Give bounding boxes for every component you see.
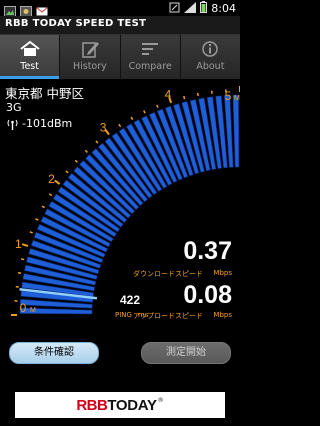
gauge-tick [183, 95, 186, 100]
rbb-today-banner[interactable]: RBB TODAY ® [15, 392, 225, 418]
gauge-tick [17, 271, 22, 274]
gauge-tick-label: 0 [20, 301, 27, 315]
gauge-unit-top: M [234, 95, 240, 102]
tab-about[interactable]: About [181, 35, 240, 79]
home-icon [20, 40, 40, 56]
tab-compare-label: Compare [128, 61, 172, 72]
gauge-segment [232, 94, 240, 168]
conditions-button[interactable]: 条件確認 [9, 342, 99, 364]
tab-bar: Test History Compare About [0, 35, 240, 79]
gauge-tick-label: 5 [225, 89, 232, 103]
gauge-tick-label: 2 [48, 172, 55, 186]
gauge-tick [29, 231, 33, 234]
upload-unit: Mbps [213, 311, 232, 319]
tab-compare[interactable]: Compare [121, 35, 181, 79]
gauge-tick [35, 218, 39, 221]
gauge-tick [65, 170, 69, 174]
tab-history[interactable]: History [60, 35, 121, 79]
gauge-tick [95, 140, 99, 144]
upload-value: 0.08 [183, 281, 232, 309]
gauge-tick [196, 92, 199, 97]
battery-icon [200, 1, 208, 16]
gauge-tick [84, 149, 88, 153]
network-type-label: 3G [6, 101, 22, 114]
gauge-unit-bottom: M [30, 307, 36, 314]
location-label: 東京都 中野区 [5, 86, 84, 101]
download-label: ダウンロードスピード [133, 270, 203, 278]
gauge-tick [54, 179, 61, 185]
tab-about-label: About [196, 61, 225, 72]
start-test-button[interactable]: 測定開始 [141, 342, 231, 364]
tab-test[interactable]: Test [0, 35, 61, 79]
ping-value: 422 [120, 293, 141, 307]
gauge-tick [156, 104, 159, 108]
antenna-icon [7, 119, 18, 130]
list-icon [142, 43, 159, 55]
silent-mode-icon [169, 2, 180, 16]
gauge-tick [20, 258, 25, 261]
app-title: RBB TODAY SPEED TEST [5, 18, 147, 29]
speed-panel: 012345MM 東京都 中野区 3G -101dBm 0.37 ダウンロードス… [0, 80, 240, 320]
signal-strength: -101dBm [6, 117, 72, 130]
registered-mark: ® [157, 397, 164, 404]
action-bar: 条件確認 測定開始 [0, 320, 240, 382]
cell-signal-icon [184, 1, 197, 16]
edit-icon [82, 42, 99, 58]
gauge-tick-label: 3 [100, 120, 107, 134]
gauge-tick [143, 110, 146, 114]
tab-test-label: Test [20, 61, 39, 72]
tab-history-label: History [72, 61, 107, 72]
app-title-bar: RBB TODAY SPEED TEST [0, 16, 240, 35]
gauge-tick-label: 1 [15, 237, 22, 251]
download-value: 0.37 [183, 237, 232, 265]
banner-logo-rbb: RBB [76, 396, 108, 414]
gauge-tick [74, 159, 78, 163]
ping-unit: ms [138, 311, 149, 319]
gauge-tick [41, 205, 45, 209]
download-unit: Mbps [213, 269, 232, 277]
gauge-tick [118, 123, 122, 128]
signal-value: -101dBm [22, 117, 73, 130]
status-bar: 8:04 [0, 0, 240, 17]
gauge-tick [21, 243, 29, 248]
ping-label: PING [115, 311, 132, 319]
gauge-tick [130, 116, 134, 120]
info-icon [202, 41, 219, 57]
banner-logo-today: TODAY [107, 396, 157, 414]
gauge-tick-label: 4 [165, 87, 172, 101]
gauge-tick [48, 193, 53, 197]
clock: 8:04 [211, 2, 236, 15]
